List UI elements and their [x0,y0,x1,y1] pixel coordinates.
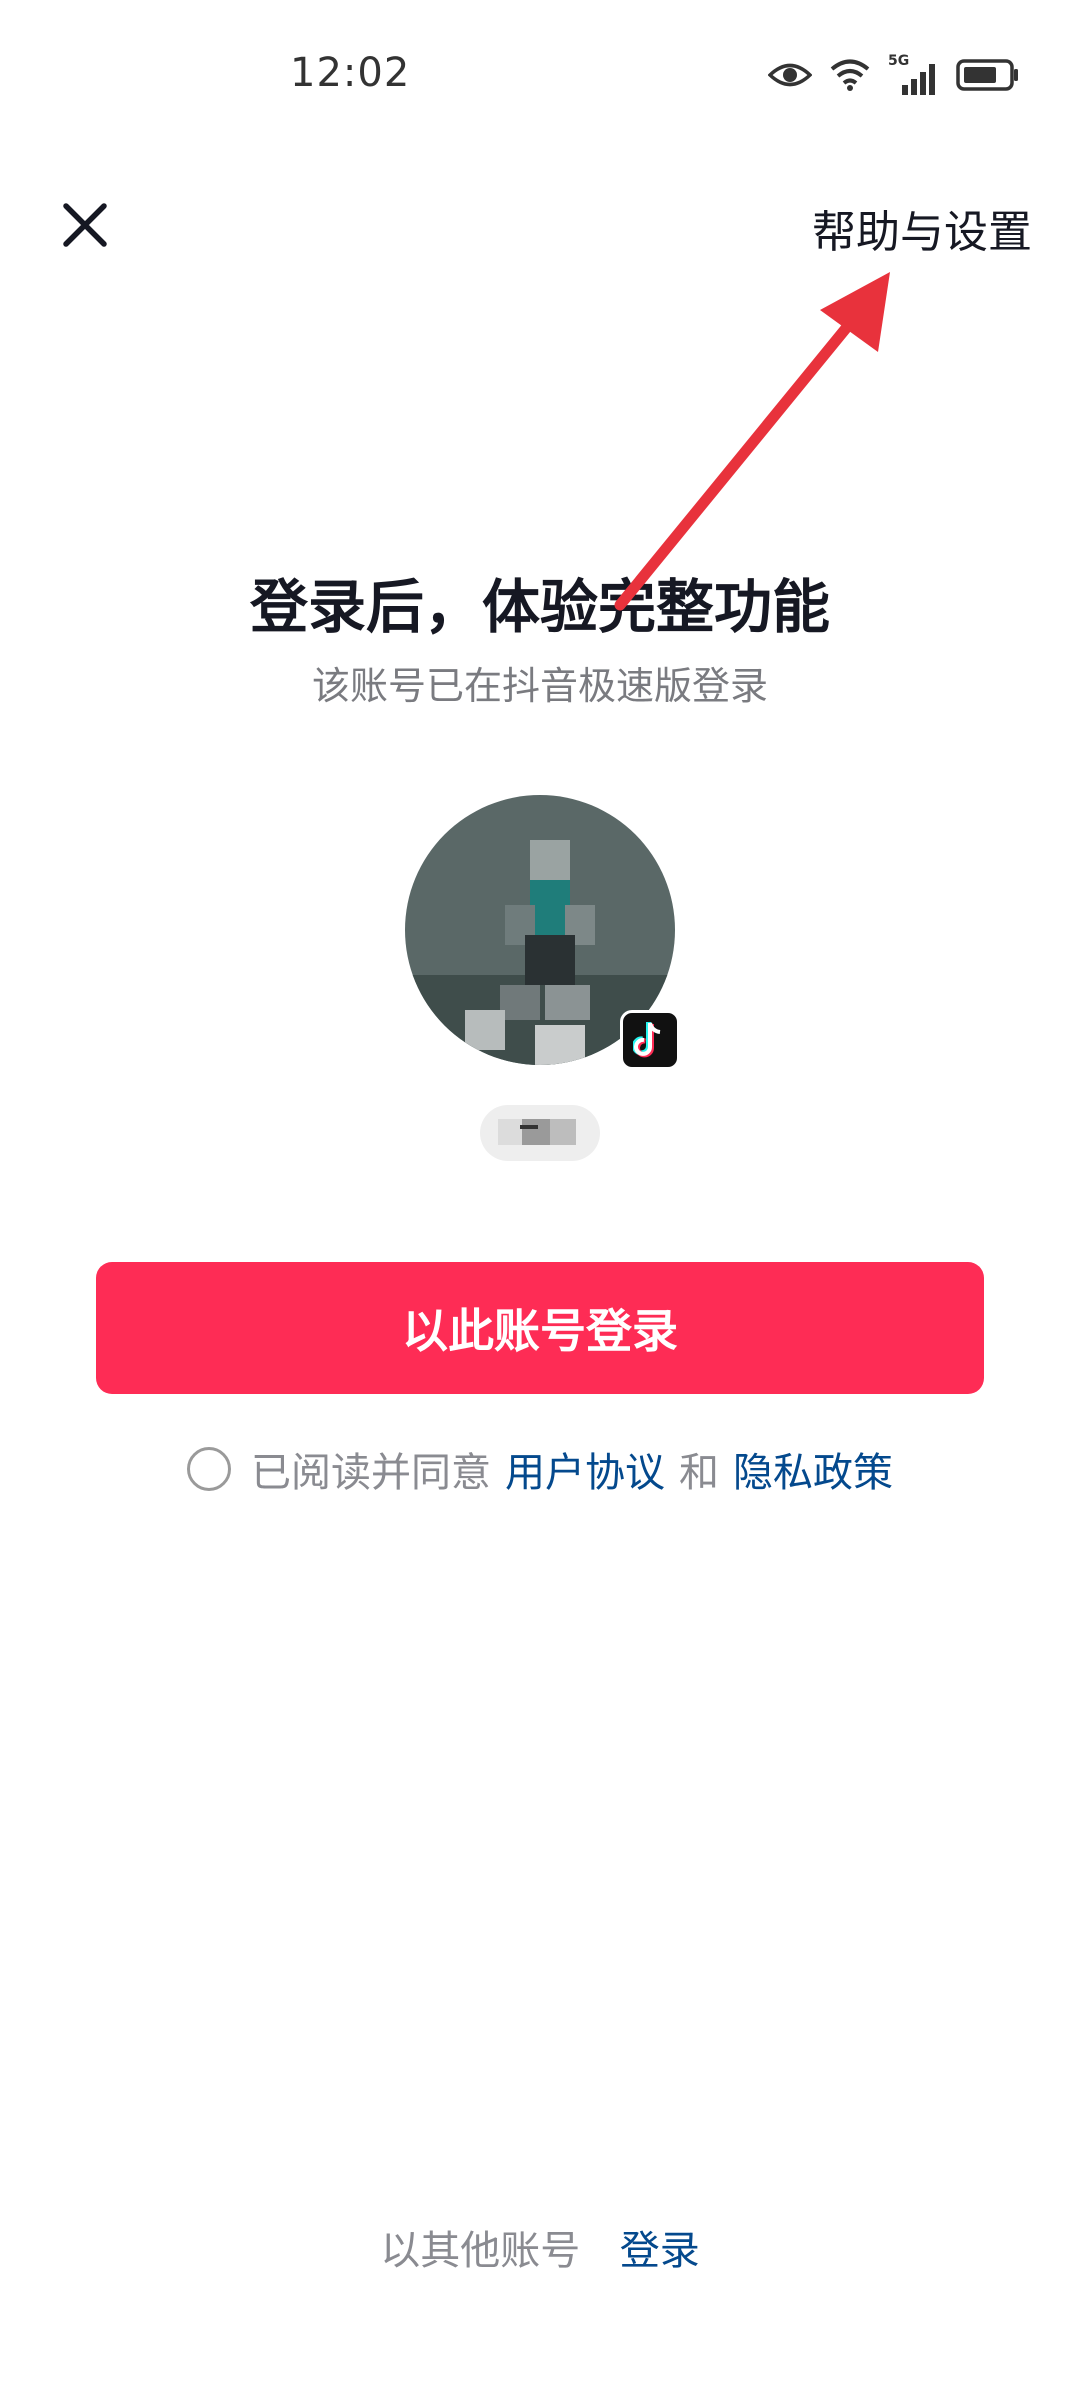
other-account-login: 以其他账号 登录 [0,2218,1080,2276]
page-title: 登录后，体验完整功能 [249,573,830,641]
status-time: 12:02 [290,50,411,96]
user-agreement-link[interactable]: 用户协议 [505,1440,665,1498]
agreement-row: 已阅读并同意 用户协议 和 隐私政策 [0,1440,1080,1498]
username-blurred [480,1105,600,1161]
other-account-login-link[interactable]: 登录 [620,2228,700,2274]
login-with-this-account-button[interactable]: 以此账号登录 [96,1262,984,1394]
agree-checkbox[interactable] [187,1447,231,1491]
status-bar: 12:02 5G [0,0,1080,160]
other-account-prefix: 以其他账号 [380,2228,581,2274]
tiktok-icon [620,1010,680,1070]
battery-icon [956,58,1020,96]
eye-icon [767,60,813,94]
5g-signal-icon: 5G [888,53,938,95]
privacy-policy-link[interactable]: 隐私政策 [733,1440,893,1498]
status-icons: 5G [767,52,1020,102]
agreement-prefix: 已阅读并同意 [251,1450,491,1496]
close-button[interactable] [55,195,115,255]
wifi-icon [830,58,870,96]
close-icon [63,203,107,247]
help-settings-link[interactable]: 帮助与设置 [812,196,1032,260]
agreement-conjunction: 和 [679,1450,719,1496]
page-subtitle: 该账号已在抖音极速版登录 [311,664,768,708]
